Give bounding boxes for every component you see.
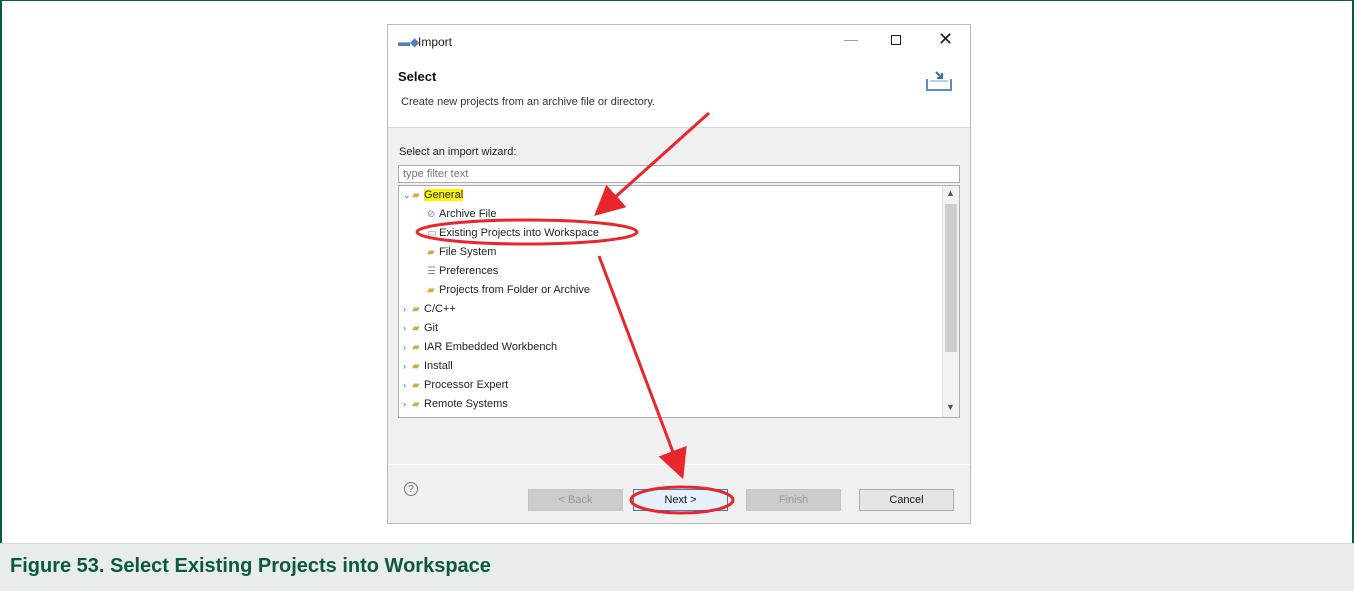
tree-item-projects-from-folder[interactable]: ▰ Projects from Folder or Archive (427, 281, 590, 300)
scroll-up-icon[interactable]: ▲ (946, 188, 955, 198)
section-description: Create new projects from an archive file… (401, 96, 656, 108)
folder-icon: ▰ (412, 323, 420, 334)
import-banner-icon (926, 71, 952, 91)
tree-item-label: Archive File (439, 208, 497, 220)
tree-item-label: File System (439, 246, 497, 258)
tree-item-iar[interactable]: › ▰ IAR Embedded Workbench (403, 338, 557, 357)
scroll-down-icon[interactable]: ▼ (946, 402, 955, 412)
tree-item-cpp[interactable]: › ▰ C/C++ (403, 300, 456, 319)
scrollbar-thumb[interactable] (945, 204, 957, 352)
tree-item-existing-projects[interactable]: ▭ Existing Projects into Workspace (427, 224, 599, 243)
expand-chevron-icon[interactable]: › (403, 319, 412, 338)
button-bar: ? < Back Next > Finish Cancel (388, 465, 970, 523)
expand-chevron-icon[interactable]: › (403, 376, 412, 395)
eclipse-import-icon: ▬◆ (398, 35, 420, 49)
wizard-list-label: Select an import wizard: (399, 146, 517, 158)
close-button[interactable]: ✕ (938, 29, 953, 50)
tree-item-label: General (424, 189, 464, 201)
tree-item-preferences[interactable]: ☰ Preferences (427, 262, 498, 281)
tree-item-git[interactable]: › ▰ Git (403, 319, 438, 338)
tree-scrollbar[interactable]: ▲ ▼ (942, 186, 959, 417)
tree-item-label: Remote Systems (424, 398, 508, 410)
tree-item-general[interactable]: ⌄▰ General (403, 186, 464, 205)
tree-item-label: Install (424, 360, 453, 372)
folder-icon: ▰ (412, 342, 420, 353)
tree-item-label: Git (424, 322, 439, 334)
filter-input[interactable] (398, 165, 960, 183)
tree-item-file-system[interactable]: ▰ File System (427, 243, 496, 262)
folder-icon: ▰ (427, 285, 435, 296)
wizard-header: Select Create new projects from an archi… (388, 59, 970, 128)
wizard-body: Select an import wizard: ⌄▰General ⊘Arch… (388, 128, 970, 464)
back-button[interactable]: < Back (528, 489, 623, 511)
tree-item-label: Processor Expert (424, 379, 509, 391)
section-title: Select (398, 69, 437, 84)
expand-chevron-icon[interactable]: ⌄ (403, 186, 412, 205)
title-bar: ▬◆ Import — ✕ (388, 25, 970, 59)
folder-icon: ▰ (412, 361, 420, 372)
tree-item-label: Existing Projects into Workspace (439, 227, 599, 239)
tree-item-processor-expert[interactable]: › ▰ Processor Expert (403, 376, 508, 395)
tree-item-archive-file[interactable]: ⊘ Archive File (427, 205, 496, 224)
maximize-button[interactable] (891, 35, 901, 45)
tree-item-install[interactable]: › ▰ Install (403, 357, 453, 376)
folder-icon: ▰ (427, 247, 435, 258)
archive-file-icon: ⊘ (427, 209, 436, 220)
tree-item-label: IAR Embedded Workbench (424, 341, 558, 353)
folder-open-icon: ▰ (412, 190, 420, 201)
folder-icon: ▰ (412, 399, 420, 410)
figure-caption: Figure 53. Select Existing Projects into… (10, 555, 491, 577)
minimize-button[interactable]: — (844, 31, 858, 47)
next-button[interactable]: Next > (633, 489, 728, 511)
tree-item-remote-systems[interactable]: › ▰ Remote Systems (403, 395, 508, 414)
tree-item-label: C/C++ (424, 303, 456, 315)
expand-chevron-icon[interactable]: › (403, 300, 412, 319)
finish-button[interactable]: Finish (746, 489, 841, 511)
projects-icon: ▭ (427, 228, 437, 239)
folder-icon: ▰ (412, 380, 420, 391)
wizard-tree: ⌄▰ General ⊘ Archive File ▭ Existing Projec… (398, 185, 960, 418)
tree-item-label: Preferences (439, 265, 499, 277)
help-icon[interactable]: ? (404, 482, 418, 496)
tree-item-label: Projects from Folder or Archive (439, 284, 590, 296)
expand-chevron-icon[interactable]: › (403, 395, 412, 414)
folder-icon: ▰ (412, 304, 420, 315)
import-dialog: ▬◆ Import — ✕ Select Create new projects… (387, 24, 971, 524)
dialog-title: Import (418, 35, 453, 49)
expand-chevron-icon[interactable]: › (403, 357, 412, 376)
cancel-button[interactable]: Cancel (859, 489, 954, 511)
preferences-icon: ☰ (427, 266, 436, 277)
expand-chevron-icon[interactable]: › (403, 338, 412, 357)
